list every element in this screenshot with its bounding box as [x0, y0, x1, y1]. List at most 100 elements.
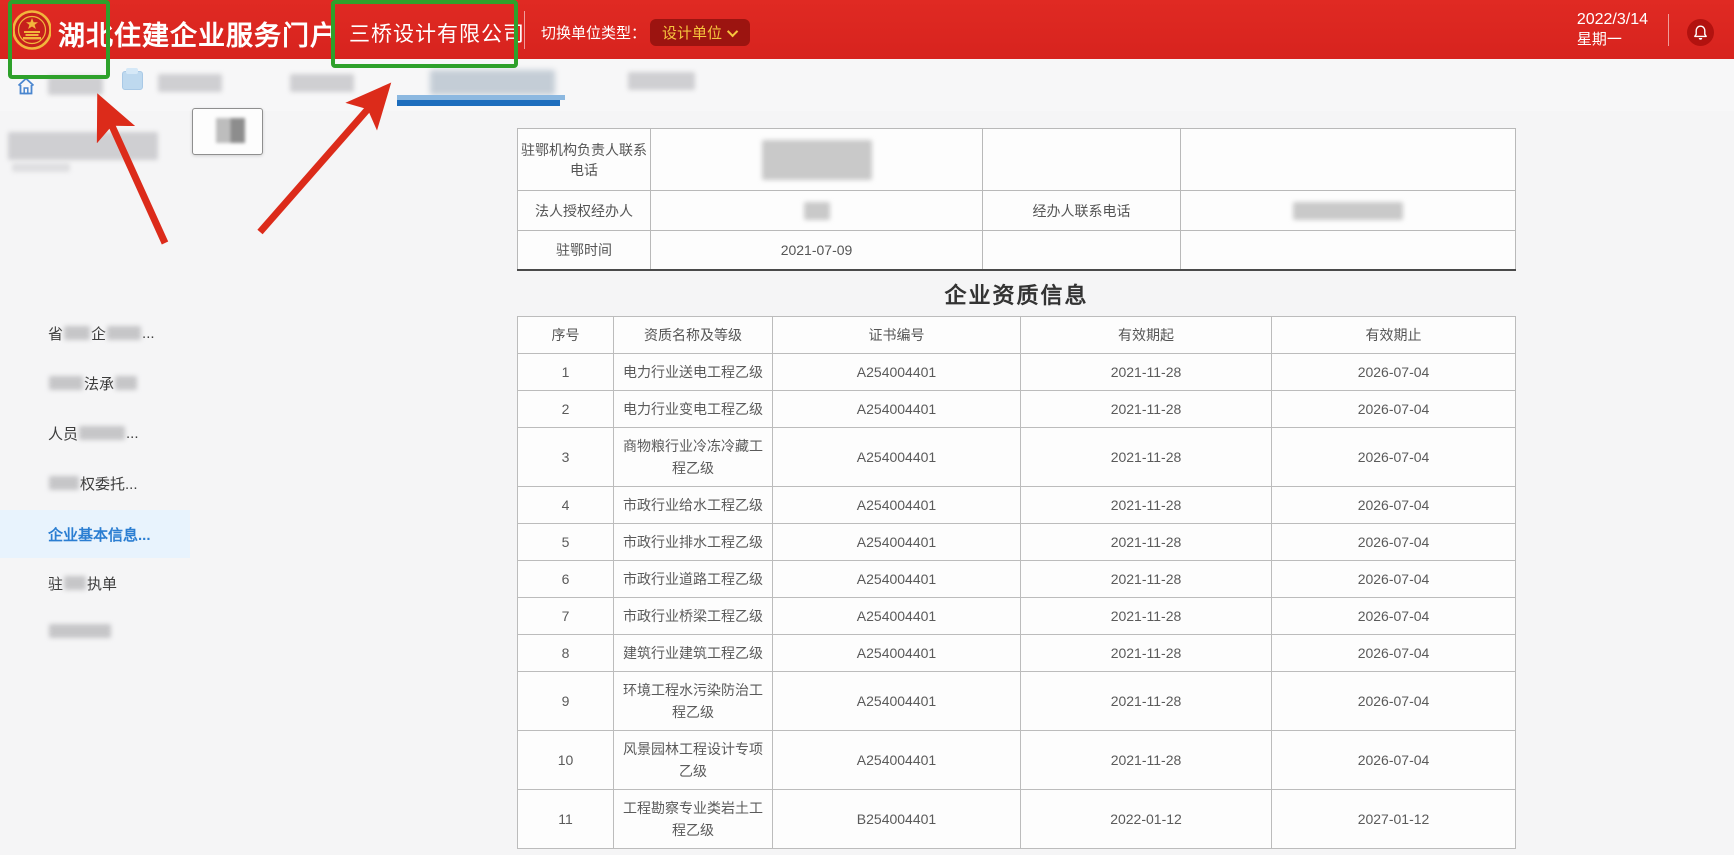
qual-table-row: 10风景园林工程设计专项乙级A2540044012021-11-282026-0…: [518, 731, 1516, 790]
redacted-text-block: [49, 476, 79, 490]
section-title-qualifications: 企业资质信息: [517, 278, 1516, 310]
qual-column-header: 资质名称及等级: [614, 317, 773, 354]
qual-name-cell: 市政行业桥梁工程乙级: [614, 598, 773, 635]
qual-index-cell: 3: [518, 428, 614, 487]
sidebar-item-label: 企: [91, 323, 106, 344]
info-value-cell-2: [1181, 231, 1516, 270]
qual-valid-from-cell: 2021-11-28: [1021, 731, 1272, 790]
qual-cert-no-cell: A254004401: [773, 487, 1021, 524]
qual-index-cell: 6: [518, 561, 614, 598]
nav-tab-redacted-3[interactable]: [290, 74, 354, 92]
sidebar-item-label: 执单: [87, 573, 117, 594]
qual-name-cell: 市政行业给水工程乙级: [614, 487, 773, 524]
info-value-cell: [651, 191, 983, 231]
document-icon[interactable]: [122, 71, 143, 90]
redacted-text-block: [64, 576, 86, 590]
notification-bell-button[interactable]: [1687, 19, 1714, 46]
qual-cert-no-cell: A254004401: [773, 561, 1021, 598]
qual-valid-to-cell: 2026-07-04: [1272, 428, 1516, 487]
sidebar-item-label: 省: [48, 323, 63, 344]
sidebar-heading-redacted: [8, 132, 158, 160]
unit-type-dropdown[interactable]: 设计单位: [650, 19, 750, 46]
qual-column-header: 有效期起: [1021, 317, 1272, 354]
info-label-cell-2: [983, 231, 1181, 270]
qual-cert-no-cell: A254004401: [773, 428, 1021, 487]
qual-valid-from-cell: 2021-11-28: [1021, 391, 1272, 428]
redacted-text-block: [107, 326, 141, 340]
qual-name-cell: 建筑行业建筑工程乙级: [614, 635, 773, 672]
active-tab-underline: [397, 100, 560, 106]
info-label-cell: 法人授权经办人: [518, 191, 651, 231]
home-icon[interactable]: [16, 76, 36, 96]
qual-valid-to-cell: 2026-07-04: [1272, 524, 1516, 561]
qual-table-row: 4市政行业给水工程乙级A2540044012021-11-282026-07-0…: [518, 487, 1516, 524]
qual-valid-to-cell: 2026-07-04: [1272, 598, 1516, 635]
sidebar-item-redacted-4[interactable]: 权委托...: [0, 459, 220, 507]
redacted-text-block: [49, 376, 83, 390]
sidebar-item-label: 企业基本信息...: [48, 524, 151, 545]
qual-valid-from-cell: 2021-11-28: [1021, 354, 1272, 391]
weekday-text: 星期一: [1577, 30, 1648, 50]
redacted-value: [1293, 202, 1403, 220]
qual-index-cell: 1: [518, 354, 614, 391]
sidebar-item-company-basic-info[interactable]: 企业基本信息...: [0, 510, 190, 558]
sidebar-item-redacted-7[interactable]: [0, 607, 220, 655]
qual-valid-from-cell: 2021-11-28: [1021, 524, 1272, 561]
qual-index-cell: 4: [518, 487, 614, 524]
info-label-cell-2: [983, 129, 1181, 191]
qual-table-row: 6市政行业道路工程乙级A2540044012021-11-282026-07-0…: [518, 561, 1516, 598]
sidebar-item-label: ...: [126, 425, 139, 442]
info-value-cell: 2021-07-09: [651, 231, 983, 270]
qual-valid-to-cell: 2027-01-12: [1272, 790, 1516, 849]
qual-cert-no-cell: A254004401: [773, 635, 1021, 672]
qual-valid-from-cell: 2021-11-28: [1021, 428, 1272, 487]
nav-tab-redacted-4[interactable]: [628, 72, 695, 90]
qual-name-cell: 市政行业道路工程乙级: [614, 561, 773, 598]
redacted-text-block: [79, 426, 125, 440]
qual-table-row: 2电力行业变电工程乙级A2540044012021-11-282026-07-0…: [518, 391, 1516, 428]
nav-tab-redacted-2[interactable]: [158, 74, 222, 92]
page-title: 湖北住建企业服务门户: [58, 14, 338, 53]
qual-valid-to-cell: 2026-07-04: [1272, 731, 1516, 790]
qual-valid-to-cell: 2026-07-04: [1272, 487, 1516, 524]
qual-name-cell: 环境工程水污染防治工程乙级: [614, 672, 773, 731]
sidebar-item-label: 人员: [48, 423, 78, 444]
qual-index-cell: 11: [518, 790, 614, 849]
company-name: 三桥设计有限公司: [349, 18, 525, 48]
qual-table-row: 9环境工程水污染防治工程乙级A2540044012021-11-282026-0…: [518, 672, 1516, 731]
qual-valid-from-cell: 2021-11-28: [1021, 598, 1272, 635]
qual-valid-to-cell: 2026-07-04: [1272, 354, 1516, 391]
sidebar-item-redacted-6[interactable]: 驻执单: [0, 559, 220, 607]
qual-valid-to-cell: 2026-07-04: [1272, 561, 1516, 598]
qual-table-row: 7市政行业桥梁工程乙级A2540044012021-11-282026-07-0…: [518, 598, 1516, 635]
redacted-text-block: [115, 376, 137, 390]
switch-unit-type-label: 切换单位类型：: [541, 22, 646, 43]
national-emblem-logo: [13, 9, 51, 51]
qual-index-cell: 8: [518, 635, 614, 672]
qual-name-cell: 商物粮行业冷冻冷藏工程乙级: [614, 428, 773, 487]
bell-icon: [1693, 25, 1708, 41]
qual-valid-to-cell: 2026-07-04: [1272, 635, 1516, 672]
nav-tab-redacted-1[interactable]: [48, 76, 103, 95]
qual-cert-no-cell: A254004401: [773, 731, 1021, 790]
qual-index-cell: 2: [518, 391, 614, 428]
qual-index-cell: 5: [518, 524, 614, 561]
sidebar-item-redacted-2[interactable]: 法承: [0, 359, 220, 407]
qual-cert-no-cell: A254004401: [773, 391, 1021, 428]
sidebar-item-redacted-1[interactable]: 省企...: [0, 309, 220, 357]
date-text: 2022/3/14: [1577, 10, 1648, 30]
nav-tab-active-redacted[interactable]: [430, 70, 555, 95]
qual-index-cell: 9: [518, 672, 614, 731]
qual-table-row: 8建筑行业建筑工程乙级A2540044012021-11-282026-07-0…: [518, 635, 1516, 672]
sidebar-item-redacted-3[interactable]: 人员...: [0, 409, 220, 457]
header-divider: [524, 11, 525, 49]
chevron-down-icon: [727, 25, 738, 36]
info-value-cell: [651, 129, 983, 191]
qual-column-header: 序号: [518, 317, 614, 354]
qual-name-cell: 电力行业变电工程乙级: [614, 391, 773, 428]
qual-table-row: 11工程勘察专业类岩土工程乙级B2540044012022-01-122027-…: [518, 790, 1516, 849]
date-display: 2022/3/14 星期一: [1577, 10, 1648, 50]
qual-index-cell: 7: [518, 598, 614, 635]
info-label-cell: 驻鄂机构负责人联系电话: [518, 129, 651, 191]
info-label-cell-2: 经办人联系电话: [983, 191, 1181, 231]
